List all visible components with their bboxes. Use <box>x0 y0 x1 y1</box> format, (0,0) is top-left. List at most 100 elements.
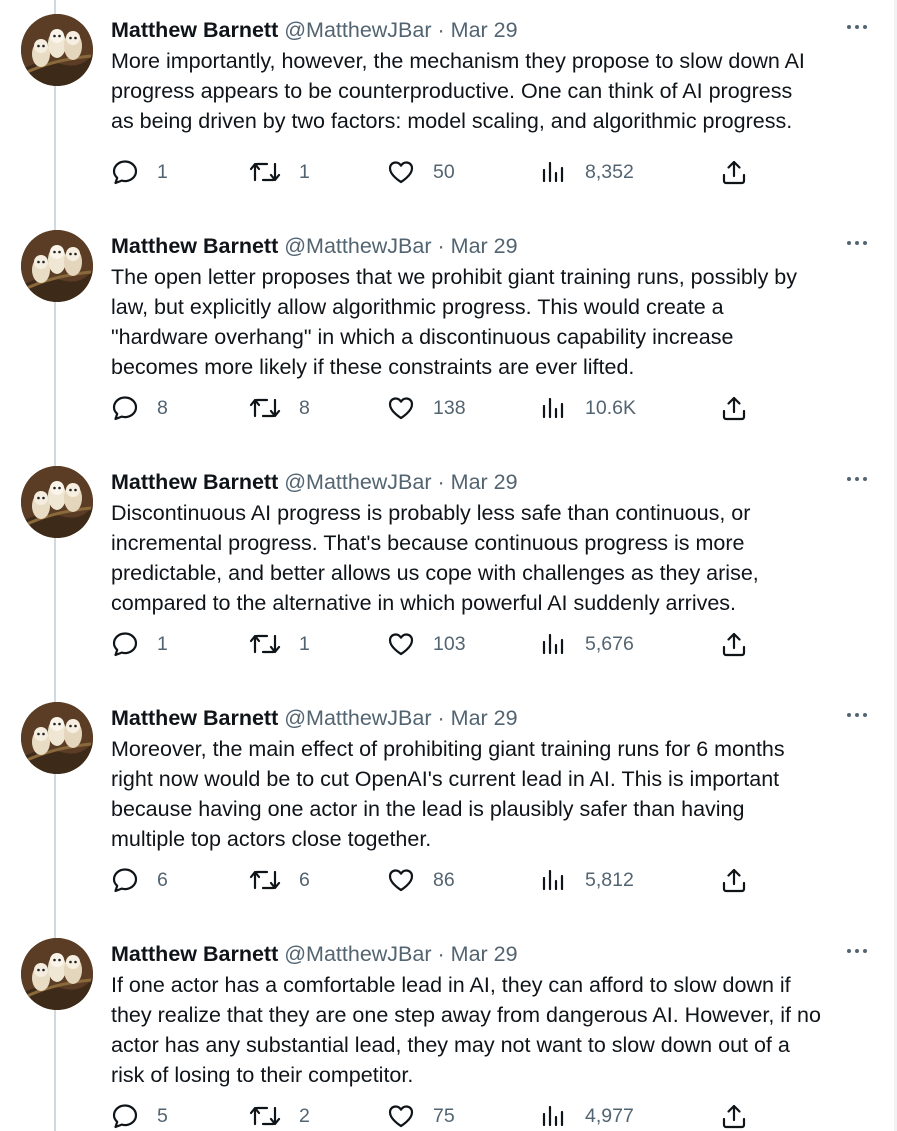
share-button[interactable] <box>720 1101 748 1131</box>
separator-dot: · <box>437 234 445 258</box>
tweet-text: If one actor has a comfortable lead in A… <box>111 970 871 1090</box>
views-button[interactable]: 8,352 <box>541 157 634 187</box>
share-icon <box>720 630 748 658</box>
tweet-date[interactable]: Mar 29 <box>451 234 518 258</box>
heart-icon <box>387 1102 415 1130</box>
author-handle[interactable]: @MatthewJBar <box>284 706 431 730</box>
like-button[interactable]: 103 <box>387 629 466 659</box>
more-options-icon[interactable] <box>845 236 869 250</box>
avatar[interactable] <box>21 938 93 1010</box>
views-button[interactable]: 5,676 <box>541 629 634 659</box>
retweet-count: 1 <box>299 632 310 655</box>
views-chart-icon <box>541 630 567 658</box>
tweet-text-line: right now would be to cut OpenAI's curre… <box>111 767 780 791</box>
views-count: 10.6K <box>585 396 636 419</box>
retweet-button[interactable]: 8 <box>249 393 310 423</box>
author-handle[interactable]: @MatthewJBar <box>284 470 431 494</box>
tweet-text: Moreover, the main effect of prohibiting… <box>111 734 871 854</box>
views-button[interactable]: 4,977 <box>541 1101 634 1131</box>
separator-dot: · <box>437 706 445 730</box>
tweet-date[interactable]: Mar 29 <box>451 706 518 730</box>
avatar[interactable] <box>21 702 93 774</box>
tweet-text-line: More importantly, however, the mechanism… <box>111 49 805 73</box>
views-count: 4,977 <box>585 1104 634 1127</box>
share-button[interactable] <box>720 865 748 895</box>
author-handle[interactable]: @MatthewJBar <box>284 942 431 966</box>
author-handle[interactable]: @MatthewJBar <box>284 18 431 42</box>
share-button[interactable] <box>720 157 748 187</box>
reply-button[interactable]: 1 <box>111 157 168 187</box>
tweet-text-line: multiple top actors close together. <box>111 827 432 851</box>
like-button[interactable]: 86 <box>387 865 455 895</box>
tweet-text-line: The open letter proposes that we prohibi… <box>111 265 798 289</box>
reply-icon <box>111 158 139 186</box>
reply-button[interactable]: 5 <box>111 1101 168 1131</box>
tweet-date[interactable]: Mar 29 <box>451 18 518 42</box>
reply-count: 1 <box>157 632 168 655</box>
like-button[interactable]: 75 <box>387 1101 455 1131</box>
reply-button[interactable]: 6 <box>111 865 168 895</box>
author-name[interactable]: Matthew Barnett <box>111 470 278 494</box>
tweet-text: Discontinuous AI progress is probably le… <box>111 498 871 618</box>
author-name[interactable]: Matthew Barnett <box>111 234 278 258</box>
tweet-text-line: predictable, and better allows us cope w… <box>111 561 759 585</box>
share-button[interactable] <box>720 629 748 659</box>
avatar[interactable] <box>21 230 93 302</box>
tweet-text-line: actor has any substantial lead, they may… <box>111 1033 790 1057</box>
share-icon <box>720 158 748 186</box>
retweet-count: 2 <box>299 1104 310 1127</box>
more-options-icon[interactable] <box>845 472 869 486</box>
like-button[interactable]: 50 <box>387 157 455 187</box>
tweet-text-line: becomes more likely if these constraints… <box>111 355 635 379</box>
tweet-actions: 1 1 103 5,676 <box>111 629 751 659</box>
tweet-date[interactable]: Mar 29 <box>451 942 518 966</box>
separator-dot: · <box>437 470 445 494</box>
tweet-text-line: they realize that they are one step away… <box>111 1003 821 1027</box>
retweet-button[interactable]: 1 <box>249 157 310 187</box>
author-handle[interactable]: @MatthewJBar <box>284 234 431 258</box>
author-name[interactable]: Matthew Barnett <box>111 942 278 966</box>
author-name[interactable]: Matthew Barnett <box>111 706 278 730</box>
retweet-count: 8 <box>299 396 310 419</box>
tweet-header: Matthew Barnett @MatthewJBar · Mar 29 <box>111 469 518 495</box>
tweet-text-line: Discontinuous AI progress is probably le… <box>111 501 751 525</box>
like-count: 75 <box>433 1104 455 1127</box>
retweet-button[interactable]: 6 <box>249 865 310 895</box>
retweet-button[interactable]: 2 <box>249 1101 310 1131</box>
tweet-actions: 6 6 86 5,812 <box>111 865 751 895</box>
share-icon <box>720 394 748 422</box>
views-chart-icon <box>541 158 567 186</box>
avatar[interactable] <box>21 466 93 538</box>
share-button[interactable] <box>720 393 748 423</box>
views-button[interactable]: 10.6K <box>541 393 636 423</box>
retweet-button[interactable]: 1 <box>249 629 310 659</box>
like-count: 103 <box>433 632 466 655</box>
views-chart-icon <box>541 866 567 894</box>
tweet-actions: 8 8 138 10.6K <box>111 393 751 423</box>
views-count: 5,812 <box>585 868 634 891</box>
reply-button[interactable]: 1 <box>111 629 168 659</box>
more-options-icon[interactable] <box>845 944 869 958</box>
more-options-icon[interactable] <box>845 708 869 722</box>
share-icon <box>720 1102 748 1130</box>
retweet-icon <box>249 158 281 186</box>
reply-icon <box>111 630 139 658</box>
tweet-text-line: risk of losing to their competitor. <box>111 1063 414 1087</box>
reply-count: 8 <box>157 396 168 419</box>
views-count: 5,676 <box>585 632 634 655</box>
reply-button[interactable]: 8 <box>111 393 168 423</box>
avatar[interactable] <box>21 14 93 86</box>
like-count: 86 <box>433 868 455 891</box>
more-options-icon[interactable] <box>845 20 869 34</box>
author-name[interactable]: Matthew Barnett <box>111 18 278 42</box>
tweet-header: Matthew Barnett @MatthewJBar · Mar 29 <box>111 941 518 967</box>
like-count: 50 <box>433 160 455 183</box>
tweet-date[interactable]: Mar 29 <box>451 470 518 494</box>
like-button[interactable]: 138 <box>387 393 466 423</box>
like-count: 138 <box>433 396 466 419</box>
reply-count: 5 <box>157 1104 168 1127</box>
views-button[interactable]: 5,812 <box>541 865 634 895</box>
tweet-text-line: Moreover, the main effect of prohibiting… <box>111 737 785 761</box>
reply-icon <box>111 1102 139 1130</box>
separator-dot: · <box>437 18 445 42</box>
